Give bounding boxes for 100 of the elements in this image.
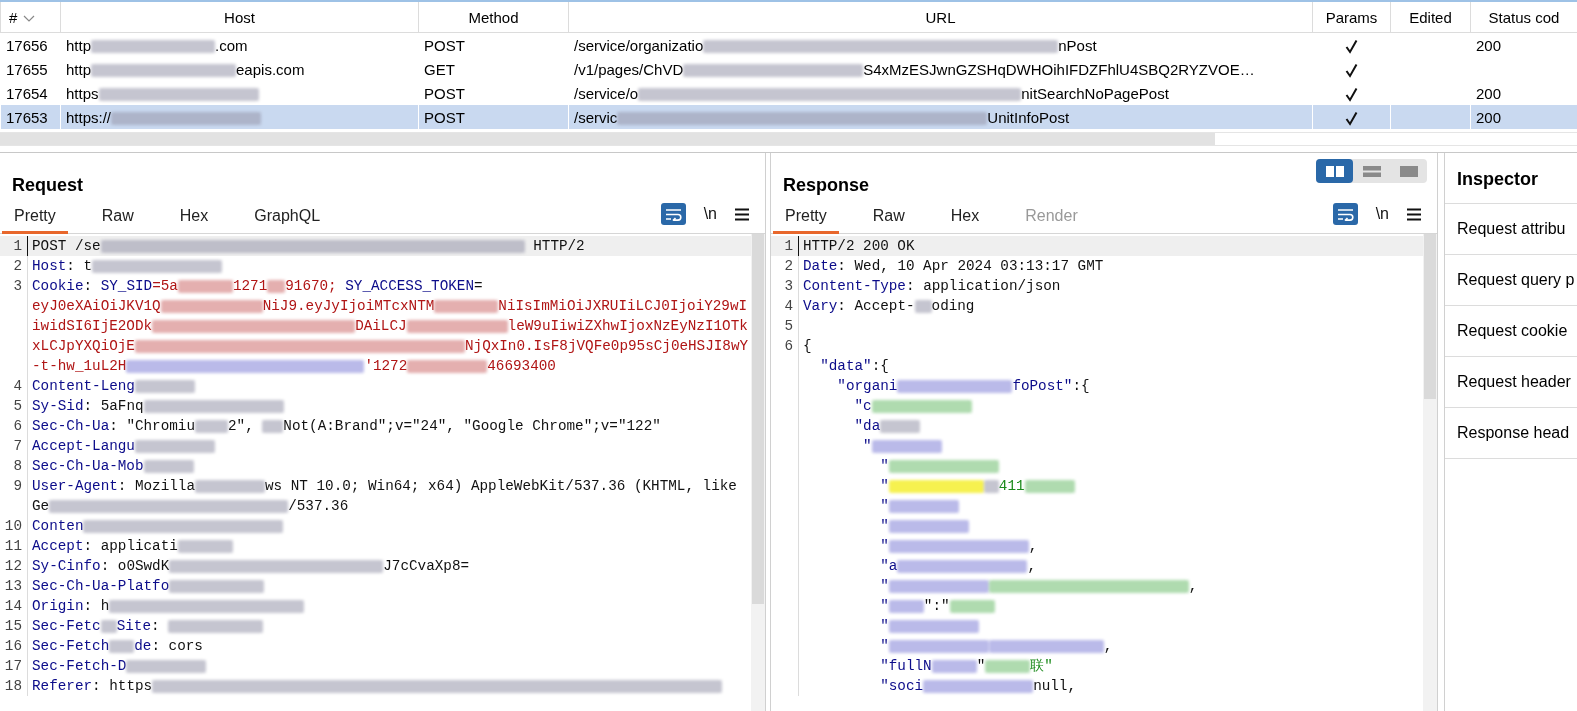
- header-name: "data": [819, 358, 872, 374]
- header-name: Content-Type: [803, 278, 906, 294]
- header-name: Content-Leng: [32, 378, 135, 394]
- table-row[interactable]: 17655 http eapis.com GET /v1/pages/ChVD S4xMzESJwnGZSHqDWHOihIFDZFhlU4SBQ2RYZVOE…: [0, 57, 1577, 81]
- header-name: "da: [853, 418, 881, 434]
- header-name: "fullN: [879, 658, 932, 674]
- code-text: : https: [92, 678, 153, 694]
- tab[interactable]: Hex: [167, 207, 221, 234]
- menu-icon[interactable]: [1407, 207, 1421, 221]
- column-header[interactable]: Edited: [1390, 2, 1471, 33]
- url-text: /servic: [574, 108, 618, 126]
- table-cell: 200: [1470, 81, 1577, 105]
- code-text: ,: [1103, 638, 1113, 654]
- inspector-section[interactable]: Request cookie: [1445, 306, 1577, 357]
- host-text: .com: [215, 36, 248, 54]
- header-name: ": [879, 498, 889, 514]
- cookie-value: eyJ0eXAiOiJKV1Q: [32, 298, 161, 314]
- line-number: 6: [12, 417, 23, 436]
- newline-toggle[interactable]: \n: [703, 205, 717, 223]
- header-name: ": [879, 618, 889, 634]
- inspector-section[interactable]: Response head: [1445, 408, 1577, 459]
- layout-toggle-button[interactable]: [1316, 159, 1353, 183]
- header-name: ": [879, 478, 889, 494]
- code-text: :{: [871, 358, 889, 374]
- table-cell: 17653: [0, 105, 61, 129]
- code-text: null,: [1033, 678, 1077, 694]
- redacted-text: [1024, 479, 1075, 493]
- header-name: Sec-Fetc: [32, 618, 101, 634]
- tab[interactable]: Hex: [938, 207, 992, 234]
- cookie-value: NjQxIn0.IsF8jVQFe0p95sCj0eHSJI8wY: [464, 338, 749, 354]
- newline-toggle[interactable]: \n: [1375, 205, 1389, 223]
- header-name: User-Agent: [32, 478, 118, 494]
- panel-icon: [1399, 165, 1418, 177]
- split-rows-icon: [1362, 165, 1381, 177]
- inspector-section[interactable]: Request header: [1445, 357, 1577, 408]
- scrollbar-thumb[interactable]: [752, 234, 764, 604]
- column-header[interactable]: Params: [1312, 2, 1391, 33]
- code-text: : Accept-: [837, 298, 915, 314]
- redacted-text: [888, 499, 959, 513]
- host-text: eapis.com: [236, 60, 305, 78]
- header-name: Referer: [32, 678, 93, 694]
- column-header[interactable]: Method: [418, 2, 569, 33]
- string-value: 联": [1030, 658, 1053, 674]
- inspector-section[interactable]: Request query p: [1445, 255, 1577, 306]
- table-cell-text: 17655: [5, 59, 49, 80]
- url-text: nitSearchNoPagePost: [1021, 84, 1169, 102]
- tab[interactable]: Raw: [860, 207, 917, 234]
- cookie-value: 91670;: [285, 278, 338, 294]
- header-name: ": [879, 538, 889, 554]
- scrollbar-thumb[interactable]: [0, 133, 1215, 145]
- column-header[interactable]: Host: [60, 2, 419, 33]
- redacted-text: [195, 479, 265, 493]
- code-text: : Mozilla: [117, 478, 195, 494]
- code-text: oding: [931, 298, 975, 314]
- header-name: Sy-Sid: [32, 398, 84, 414]
- code-text: ,: [1028, 538, 1038, 554]
- code-text: : "Chromiu: [109, 418, 195, 434]
- cookie-value: -t-hw_1uL2H: [32, 358, 127, 374]
- scrollbar-thumb[interactable]: [1424, 234, 1436, 399]
- inspector-section[interactable]: Request attribu: [1445, 204, 1577, 255]
- table-row[interactable]: 17654 https POST /service/o nitSearchNoPagePost 200: [0, 81, 1577, 105]
- table-cell: POST: [418, 32, 569, 57]
- cookie-value: =5a: [152, 278, 178, 294]
- code-text: : cors: [151, 638, 203, 654]
- redacted-text: [914, 299, 932, 313]
- code-text: : h: [83, 598, 110, 614]
- code-text: ": [976, 658, 986, 674]
- header-name: Sec-Fetch-D: [32, 658, 127, 674]
- code-text: Not(A:Brand";v="24", "Google Chrome";v="122": [283, 418, 661, 434]
- column-header[interactable]: #: [0, 2, 61, 33]
- column-header[interactable]: URL: [568, 2, 1313, 33]
- string-value: 411: [998, 478, 1025, 494]
- header-name: "a: [879, 558, 898, 574]
- word-wrap-button[interactable]: [1332, 203, 1358, 225]
- redacted-text: [871, 439, 942, 453]
- menu-icon[interactable]: [735, 207, 749, 221]
- line-number: 1: [783, 237, 794, 256]
- header-name: "c: [853, 398, 872, 414]
- tab[interactable]: GraphQL: [242, 207, 333, 234]
- line-number: 18: [3, 677, 23, 696]
- line-number: 6: [783, 337, 794, 356]
- redacted-text: [949, 599, 995, 613]
- code-text: HTTP/2: [532, 238, 585, 254]
- line-number: 16: [3, 637, 23, 656]
- cookie-value: NiIsImMiOiJXRUIiLCJ0IjoiY29wI: [498, 298, 748, 314]
- header-name: ": [879, 518, 889, 534]
- selected-row[interactable]: 17653 https:// POST /servic UnitInfoPost 200: [0, 105, 1577, 129]
- header-name: "soci: [879, 678, 924, 694]
- cookie-value: iwidSI6IjE2ODk: [32, 318, 153, 334]
- host-text: https: [66, 84, 99, 102]
- code-text: Ge: [32, 498, 50, 514]
- url-text: S4xMzESJwnGZSHqDWHOihIFDZFhlU4SBQ2RYZVOE…: [863, 60, 1255, 78]
- header-name: Sec-Ch-Ua-Platfo: [32, 578, 170, 594]
- cookie-value: 46693400: [487, 358, 556, 374]
- table-cell: 17654: [0, 81, 61, 105]
- table-row[interactable]: 17656 http .com POST /service/organizatio nPost 200: [0, 32, 1577, 57]
- wrap-icon: [664, 207, 682, 221]
- tab[interactable]: Raw: [89, 207, 146, 234]
- redacted-text: [195, 419, 228, 433]
- word-wrap-button[interactable]: [660, 203, 686, 225]
